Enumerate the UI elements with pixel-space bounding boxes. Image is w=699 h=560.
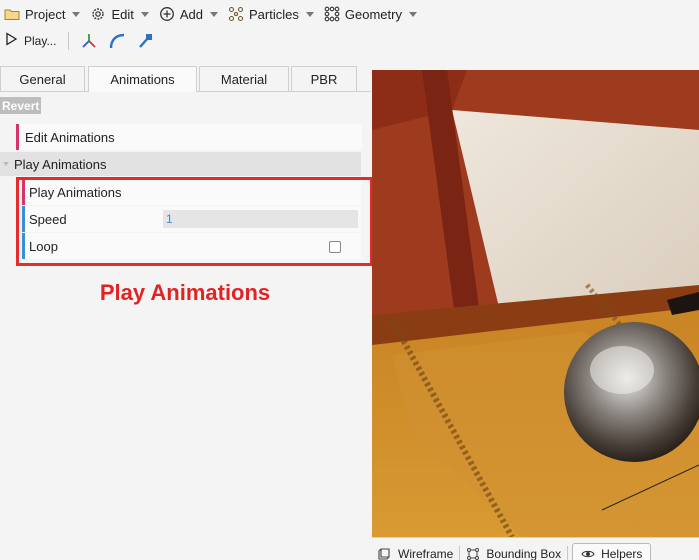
viewport-toolbar: Wireframe Bounding Box Helpers (372, 537, 699, 560)
viewport-scene (372, 70, 699, 537)
gear-icon (90, 6, 106, 22)
menu-geometry[interactable]: Geometry (320, 0, 423, 28)
geometry-icon (324, 6, 340, 22)
menu-particles-label: Particles (249, 6, 299, 22)
menu-particles[interactable]: Particles (224, 0, 320, 28)
menu-project-label: Project (25, 6, 66, 22)
tab-animations[interactable]: Animations (88, 66, 197, 92)
revert-button[interactable]: Revert (0, 97, 42, 114)
highlight-box (16, 177, 373, 266)
inspector-panel: General Animations Material PBR Revert E… (0, 64, 373, 559)
chevron-down-icon (210, 11, 219, 17)
toolbar: Play... (0, 28, 699, 53)
menu-edit[interactable]: Edit (86, 0, 154, 28)
menu-project[interactable]: Project (0, 0, 86, 28)
cube-icon (378, 548, 392, 560)
play-button[interactable]: Play... (0, 29, 60, 53)
edit-animations-row[interactable]: Edit Animations (16, 124, 362, 150)
inspector-tabs: General Animations Material PBR (0, 64, 371, 92)
menu-add[interactable]: Add (155, 0, 224, 28)
edit-animations-label: Edit Animations (25, 129, 115, 145)
scale-gizmo-button[interactable] (136, 32, 154, 50)
folder-icon (4, 6, 20, 22)
helpers-label: Helpers (601, 547, 643, 560)
rotate-icon (110, 33, 125, 48)
chevron-down-icon (305, 11, 314, 17)
chevron-down-icon (408, 11, 417, 17)
play-animations-section-header[interactable]: Play Animations (0, 152, 361, 176)
translate-gizmo-button[interactable] (80, 32, 98, 50)
helpers-button[interactable]: Helpers (572, 543, 652, 560)
eye-icon (581, 548, 595, 560)
tab-pbr[interactable]: PBR (291, 66, 357, 91)
wireframe-label: Wireframe (398, 547, 454, 560)
menu-geometry-label: Geometry (344, 6, 402, 22)
annotation-label: Play Animations (99, 280, 271, 305)
bounding-box-icon (466, 548, 480, 560)
particles-icon (228, 6, 244, 22)
scale-icon (139, 33, 153, 48)
chevron-down-icon (140, 11, 149, 17)
plus-circle-icon (159, 6, 175, 22)
tab-material[interactable]: Material (199, 66, 289, 91)
bounding-box-button[interactable]: Bounding Box (460, 544, 567, 560)
toolbar-divider (68, 31, 70, 50)
menu-bar: Project Edit Add Particles Geometry (0, 0, 699, 28)
collapse-triangle-icon (3, 162, 9, 166)
menu-edit-label: Edit (111, 6, 134, 22)
play-animations-section-title: Play Animations (14, 156, 107, 172)
play-button-label: Play... (24, 33, 57, 48)
viewport-toolbar-divider (567, 546, 569, 560)
tab-general[interactable]: General (0, 66, 85, 91)
axis-gizmo-icon (82, 33, 97, 48)
play-icon (4, 32, 18, 49)
wireframe-button[interactable]: Wireframe (372, 544, 459, 560)
chevron-down-icon (72, 11, 81, 17)
bounding-box-label: Bounding Box (486, 547, 562, 560)
3d-viewport[interactable] (372, 70, 699, 537)
rotate-gizmo-button[interactable] (108, 32, 126, 50)
menu-add-label: Add (179, 6, 204, 22)
